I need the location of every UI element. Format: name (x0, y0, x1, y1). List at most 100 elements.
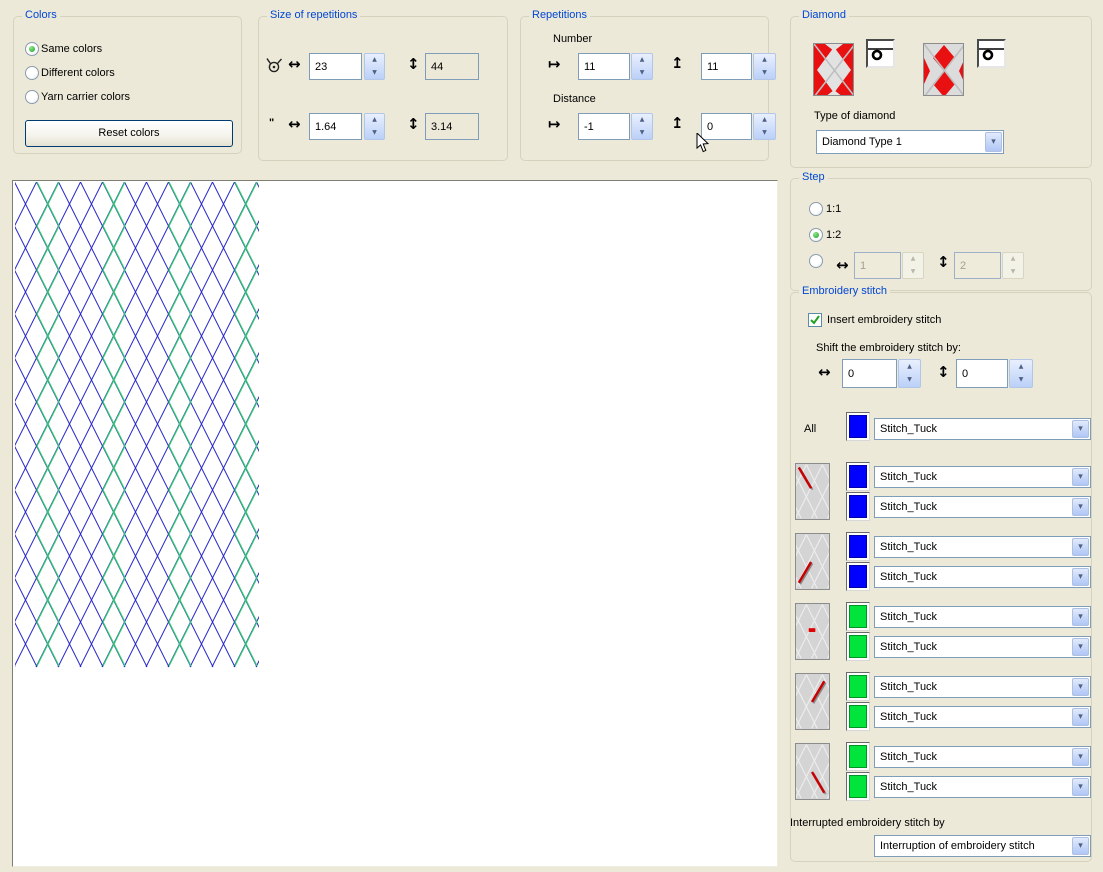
spin-up-icon[interactable]: ▲ (632, 114, 652, 127)
step-custom-h-input[interactable] (854, 252, 901, 279)
size-h2-input[interactable] (309, 113, 362, 140)
shift-h-input[interactable] (842, 359, 897, 388)
step-1-1-radio[interactable] (809, 202, 823, 216)
spin-up-icon[interactable]: ▲ (754, 54, 775, 67)
shift-v-input[interactable] (956, 359, 1008, 388)
spin-down-icon[interactable]: ▼ (365, 127, 384, 140)
spin-down-icon[interactable]: ▼ (903, 266, 923, 279)
stitch-color-swatch[interactable] (846, 462, 870, 491)
stitch-color-swatch[interactable] (846, 772, 870, 801)
diamond-center-dot-icon (795, 603, 830, 660)
spin-down-icon[interactable]: ▼ (1003, 266, 1023, 279)
stitch-select[interactable]: Stitch_Tuck▾ (874, 706, 1091, 728)
horizontal-arrow-icon: ↔ (288, 57, 301, 72)
repetitions-h-input[interactable] (578, 53, 630, 80)
combo-dropdown-icon[interactable]: ▾ (1072, 498, 1089, 516)
stitch-select[interactable]: Stitch_Tuck▾ (874, 606, 1091, 628)
size-h-spinner[interactable]: ▲▼ (364, 53, 385, 80)
mouse-cursor (696, 133, 709, 153)
diamond-type-select[interactable]: Diamond Type 1 ▾ (816, 130, 1004, 154)
combo-dropdown-icon[interactable]: ▾ (1072, 778, 1089, 796)
combo-dropdown-icon[interactable]: ▾ (1072, 468, 1089, 486)
repetitions-v-spinner[interactable]: ▲▼ (753, 53, 776, 80)
diamond-edge-top-left-icon (795, 463, 830, 520)
spin-up-icon[interactable]: ▲ (1010, 360, 1032, 374)
inches-symbol: " (269, 117, 274, 129)
stitch-color-swatch[interactable] (846, 562, 870, 591)
yarn-carrier-colors-radio[interactable] (25, 90, 39, 104)
step-custom-radio[interactable] (809, 254, 823, 268)
combo-dropdown-icon[interactable]: ▾ (1072, 678, 1089, 696)
step-1-1-label: 1:1 (826, 203, 841, 215)
stitch-select[interactable]: Stitch_Tuck▾ (874, 746, 1091, 768)
spin-down-icon[interactable]: ▼ (1010, 374, 1032, 388)
spin-up-icon[interactable]: ▲ (754, 114, 775, 127)
stitch-select[interactable]: Stitch_Tuck▾ (874, 636, 1091, 658)
spin-down-icon[interactable]: ▼ (632, 127, 652, 140)
size-h2-spinner[interactable]: ▲▼ (364, 113, 385, 140)
combo-dropdown-icon[interactable]: ▾ (1072, 608, 1089, 626)
combo-dropdown-icon[interactable]: ▾ (1072, 568, 1089, 586)
combo-dropdown-icon[interactable]: ▾ (1072, 420, 1089, 438)
step-custom-v-input[interactable] (954, 252, 1001, 279)
combo-dropdown-icon[interactable]: ▾ (1072, 837, 1089, 855)
pattern-designer-window: Colors Same colors Different colors Yarn… (0, 0, 1103, 872)
stitch-select[interactable]: Stitch_Tuck▾ (874, 776, 1091, 798)
stitch-select[interactable]: Stitch_Tuck▾ (874, 676, 1091, 698)
distance-v-spinner[interactable]: ▲▼ (753, 113, 776, 140)
combo-dropdown-icon[interactable]: ▾ (1072, 538, 1089, 556)
different-colors-radio[interactable] (25, 66, 39, 80)
stitch-color-swatch[interactable] (846, 492, 870, 521)
distance-h-input[interactable] (578, 113, 630, 140)
stitch-select[interactable]: Stitch_Tuck▾ (874, 496, 1091, 518)
spin-down-icon[interactable]: ▼ (754, 127, 775, 140)
insert-embroidery-stitch-label: Insert embroidery stitch (827, 314, 941, 326)
spin-down-icon[interactable]: ▼ (899, 374, 920, 388)
insert-embroidery-stitch-checkbox[interactable] (808, 313, 822, 327)
all-color-value (849, 415, 867, 438)
spin-up-icon[interactable]: ▲ (365, 54, 384, 67)
stitch-color-swatch[interactable] (846, 632, 870, 661)
reset-colors-button[interactable]: Reset colors (25, 120, 233, 147)
repetitions-h-spinner[interactable]: ▲▼ (631, 53, 653, 80)
diamond-edge-bottom-left-icon (795, 533, 830, 590)
same-colors-radio[interactable] (25, 42, 39, 56)
stitch-type-button[interactable] (977, 39, 1006, 68)
repetitions-v-input[interactable] (701, 53, 752, 80)
spin-down-icon[interactable]: ▼ (365, 67, 384, 80)
stitch-color-swatch[interactable] (846, 702, 870, 731)
interrupted-stitch-select[interactable]: Interruption of embroidery stitch ▾ (874, 835, 1091, 857)
stitch-type-button[interactable] (866, 39, 895, 68)
stitch-color-swatch[interactable] (846, 602, 870, 631)
all-color-swatch[interactable] (846, 412, 870, 441)
embroidery-group-title: Embroidery stitch (799, 285, 890, 297)
combo-dropdown-icon[interactable]: ▾ (1072, 638, 1089, 656)
stitch-select[interactable]: Stitch_Tuck▾ (874, 566, 1091, 588)
stitch-select[interactable]: Stitch_Tuck▾ (874, 466, 1091, 488)
spin-down-icon[interactable]: ▼ (754, 67, 775, 80)
pattern-canvas[interactable] (12, 180, 778, 867)
spin-up-icon[interactable]: ▲ (632, 54, 652, 67)
horizontal-arrow-icon: ↔ (836, 258, 849, 273)
step-1-2-radio[interactable] (809, 228, 823, 242)
size-h-input[interactable] (309, 53, 362, 80)
stitch-select[interactable]: Stitch_Tuck▾ (874, 536, 1091, 558)
spin-down-icon[interactable]: ▼ (632, 67, 652, 80)
stitch-color-swatch[interactable] (846, 672, 870, 701)
all-stitch-select[interactable]: Stitch_Tuck ▾ (874, 418, 1091, 440)
diamond-group-title: Diamond (799, 9, 849, 21)
spin-up-icon[interactable]: ▲ (1003, 253, 1023, 266)
combo-dropdown-icon[interactable]: ▾ (1072, 748, 1089, 766)
horizontal-arrow-icon: ↔ (818, 365, 831, 380)
combo-dropdown-icon[interactable]: ▾ (985, 132, 1002, 152)
combo-dropdown-icon[interactable]: ▾ (1072, 708, 1089, 726)
spin-up-icon[interactable]: ▲ (365, 114, 384, 127)
shift-v-spinner[interactable]: ▲▼ (1009, 359, 1033, 388)
spin-up-icon[interactable]: ▲ (903, 253, 923, 266)
stitch-color-swatch[interactable] (846, 742, 870, 771)
different-colors-label: Different colors (41, 67, 115, 79)
shift-h-spinner[interactable]: ▲▼ (898, 359, 921, 388)
spin-up-icon[interactable]: ▲ (899, 360, 920, 374)
stitch-color-swatch[interactable] (846, 532, 870, 561)
distance-h-spinner[interactable]: ▲▼ (631, 113, 653, 140)
